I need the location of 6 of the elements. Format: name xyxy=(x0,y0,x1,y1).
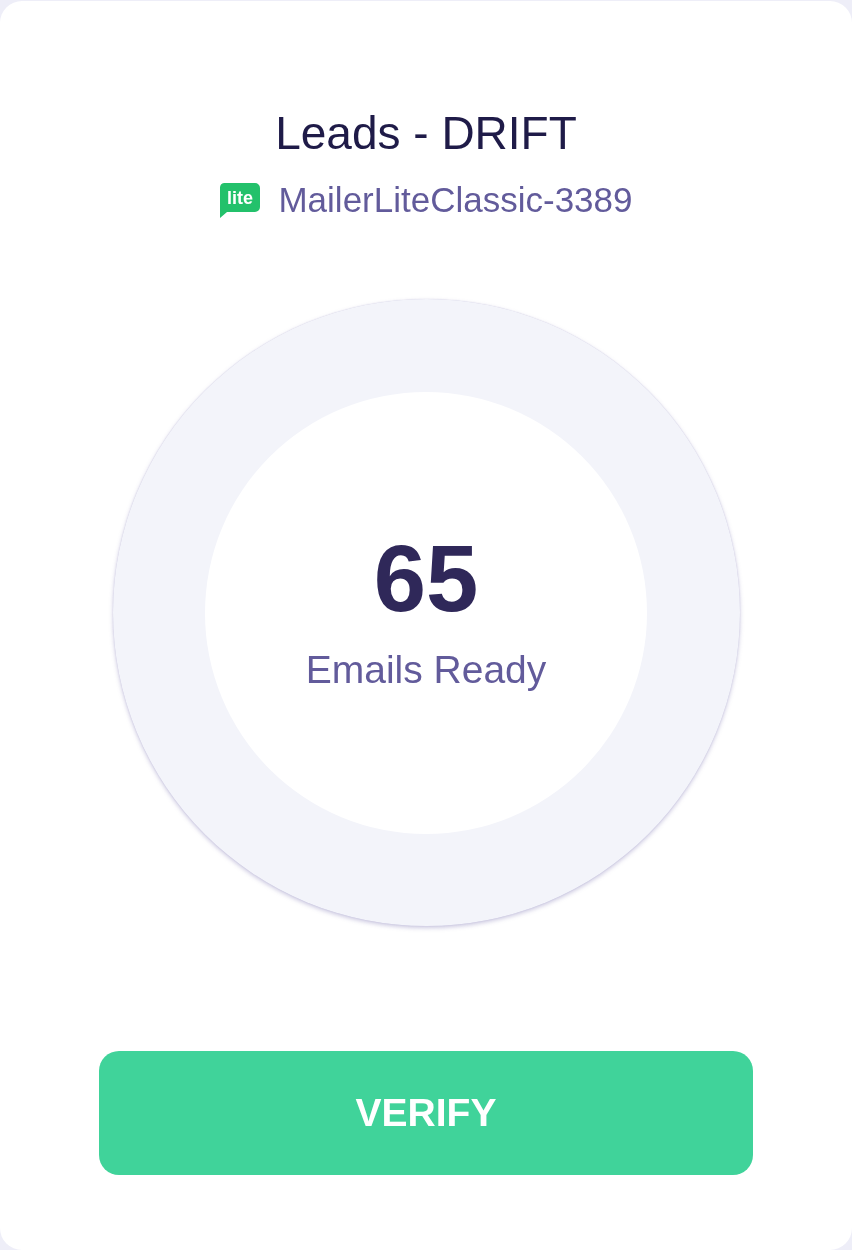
count-label: Emails Ready xyxy=(305,646,547,693)
speech-bubble-logo: lite xyxy=(219,182,261,218)
email-count: 65 xyxy=(373,532,479,625)
source-name: MailerLiteClassic-3389 xyxy=(278,180,633,220)
verify-button[interactable]: VERIFY xyxy=(99,1051,753,1175)
list-title: Leads - DRIFT xyxy=(275,106,577,161)
